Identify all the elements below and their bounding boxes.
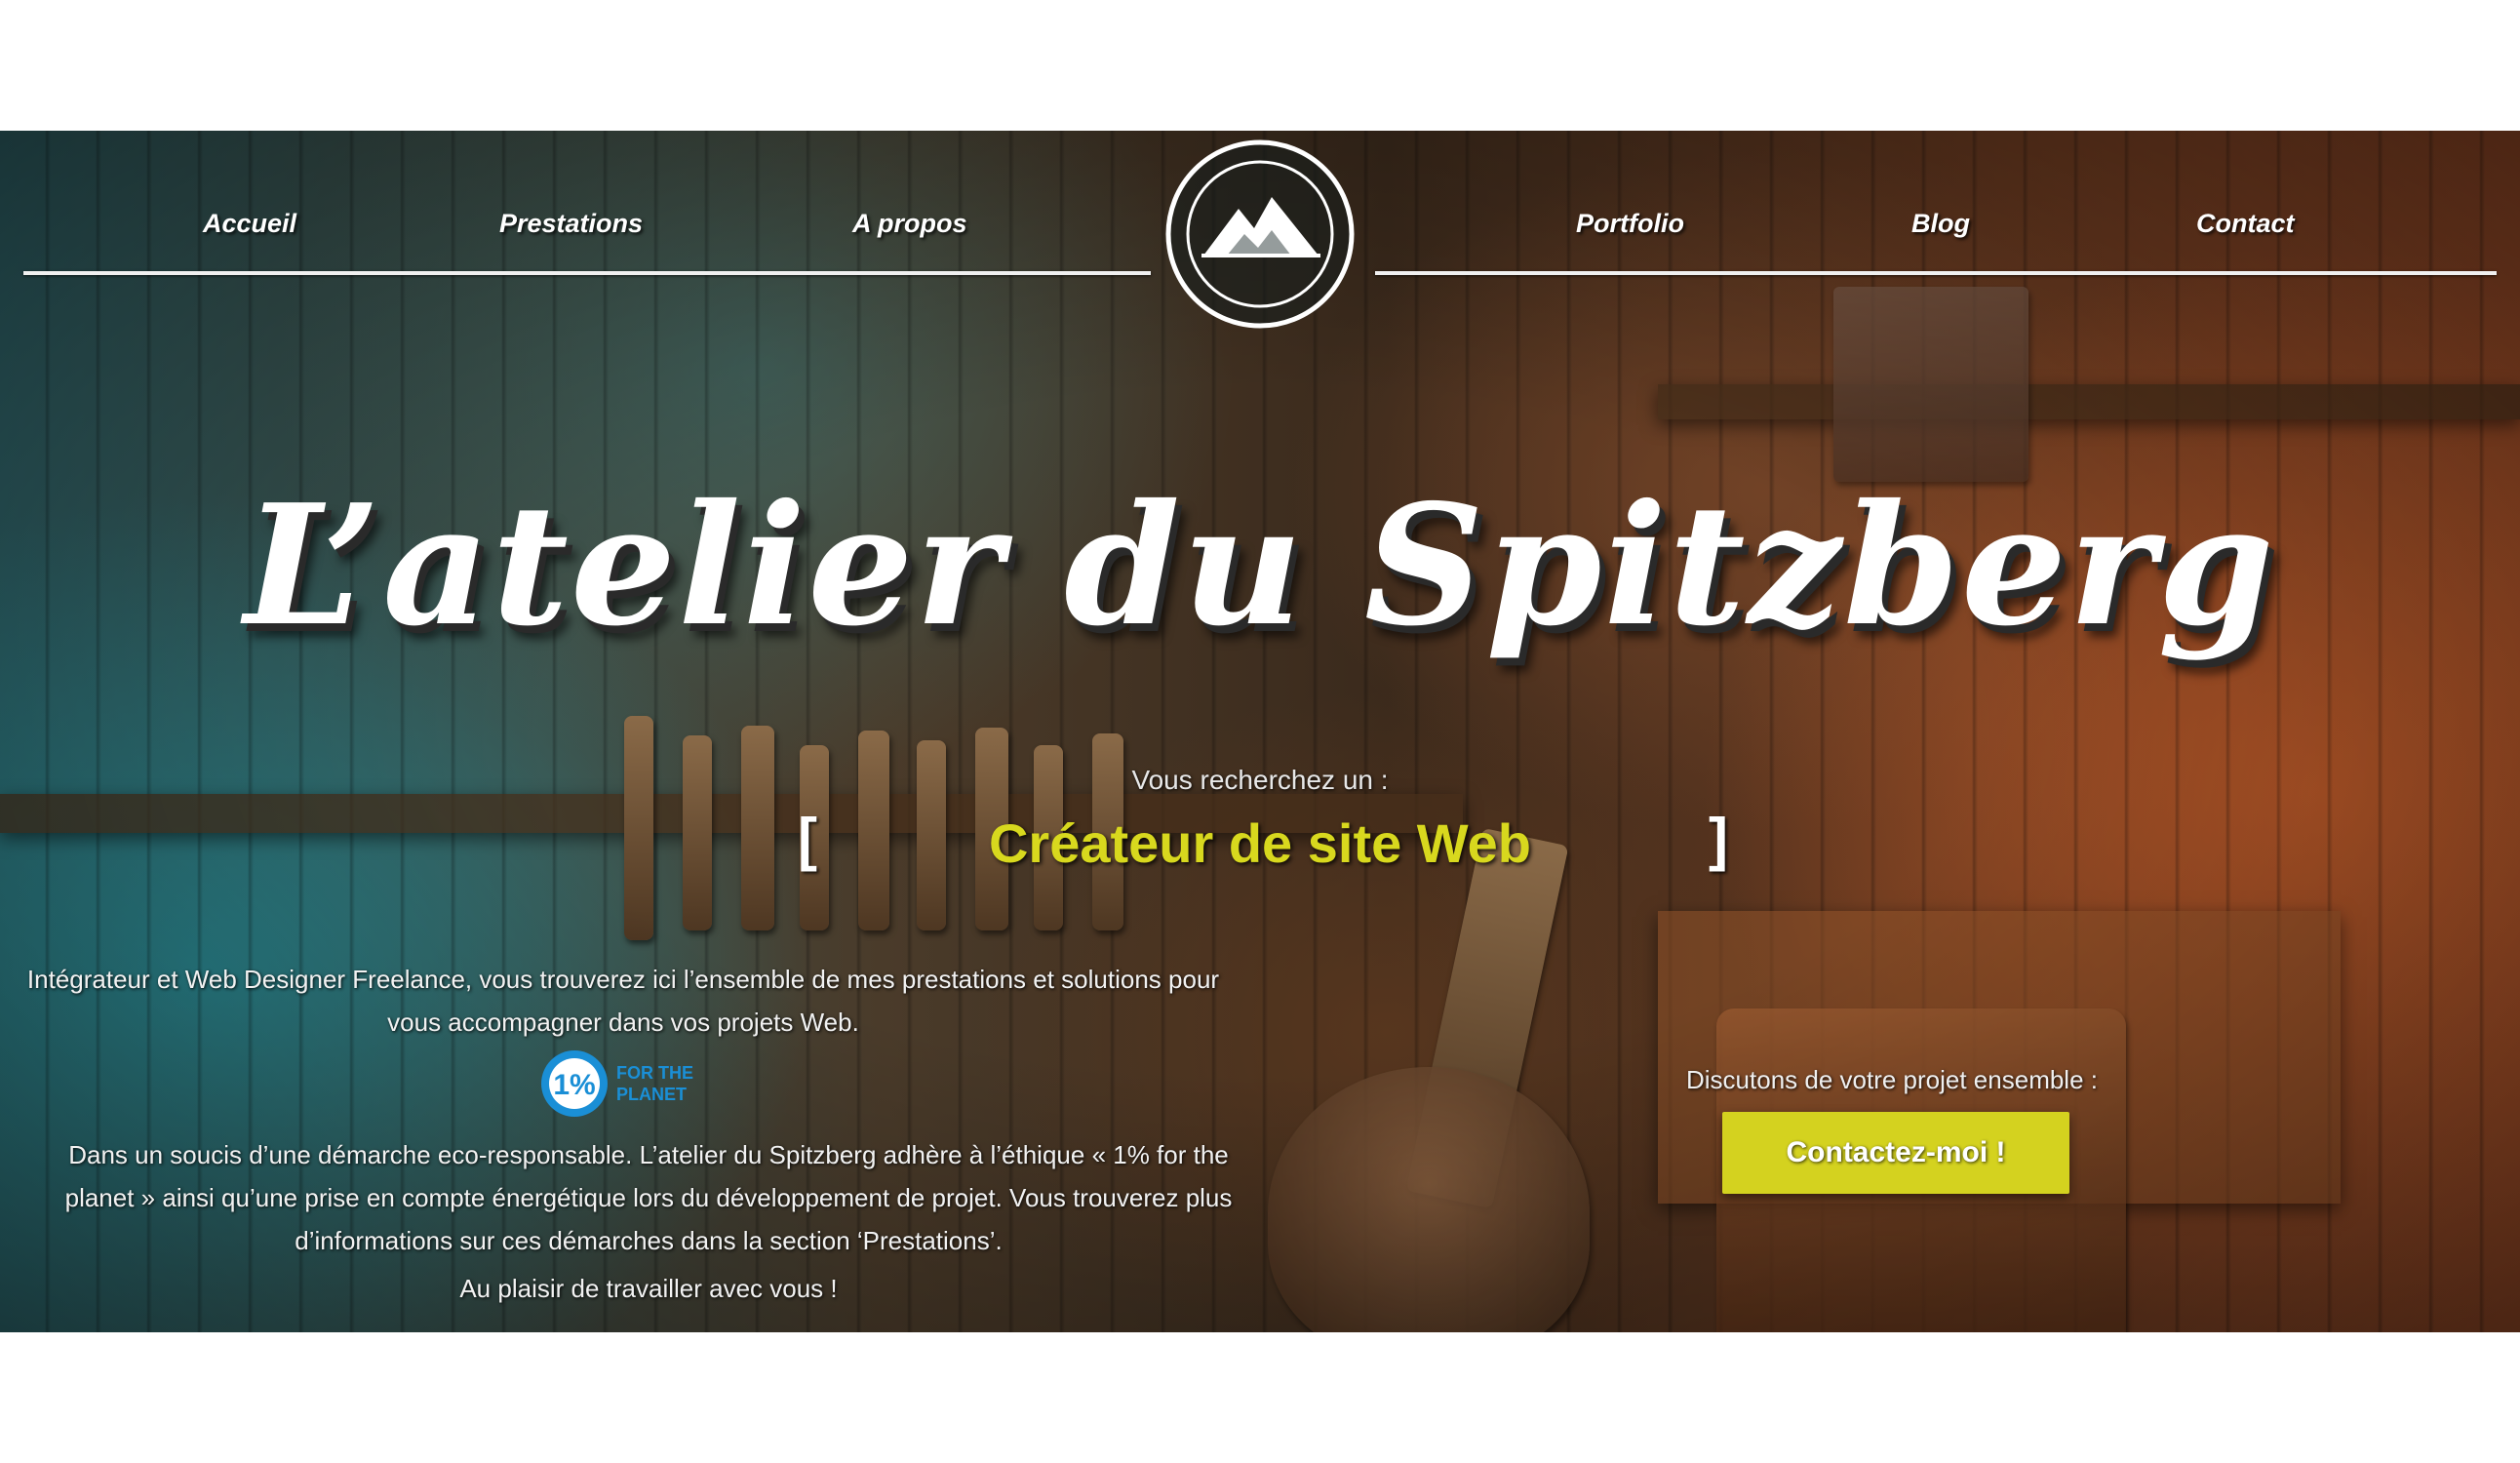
cta-label: Discutons de votre projet ensemble :: [1686, 1065, 2098, 1094]
badge-number: 1%: [553, 1069, 595, 1101]
site-title: L’atelier du Spitzberg: [244, 468, 2276, 663]
one-percent-planet-badge[interactable]: 1% FOR THE PLANET: [538, 1048, 724, 1120]
intro-text: Intégrateur et Web Designer Freelance, v…: [26, 965, 1220, 1037]
nav-item-portfolio[interactable]: Portfolio: [1576, 209, 1684, 239]
badge-text-line1: FOR THE: [616, 1063, 693, 1083]
nav-divider-left: [23, 271, 1151, 275]
typed-service-text: Créateur de site Web: [988, 812, 1532, 874]
nav-item-blog[interactable]: Blog: [1911, 209, 1970, 239]
nav-item-accueil[interactable]: Accueil: [203, 209, 296, 239]
nav-divider-right: [1375, 271, 2497, 275]
eco-responsible-text: Dans un soucis d’une démarche eco-respon…: [64, 1140, 1233, 1255]
mountain-logo-icon[interactable]: [1162, 137, 1358, 332]
closing-text: Au plaisir de travailler avec vous !: [459, 1274, 838, 1303]
logo-emblem: [1165, 139, 1355, 329]
nav-item-prestations[interactable]: Prestations: [499, 209, 643, 239]
nav-item-a-propos[interactable]: A propos: [852, 209, 967, 239]
badge-text-line2: PLANET: [616, 1085, 687, 1104]
nav-item-contact[interactable]: Contact: [2196, 209, 2295, 239]
search-prompt-label: Vous recherchez un :: [1131, 765, 1389, 795]
contact-button[interactable]: Contactez-moi !: [1722, 1112, 2069, 1194]
bracket-close: ]: [1709, 807, 1728, 872]
one-percent-planet-icon: 1% FOR THE PLANET: [541, 1050, 693, 1117]
